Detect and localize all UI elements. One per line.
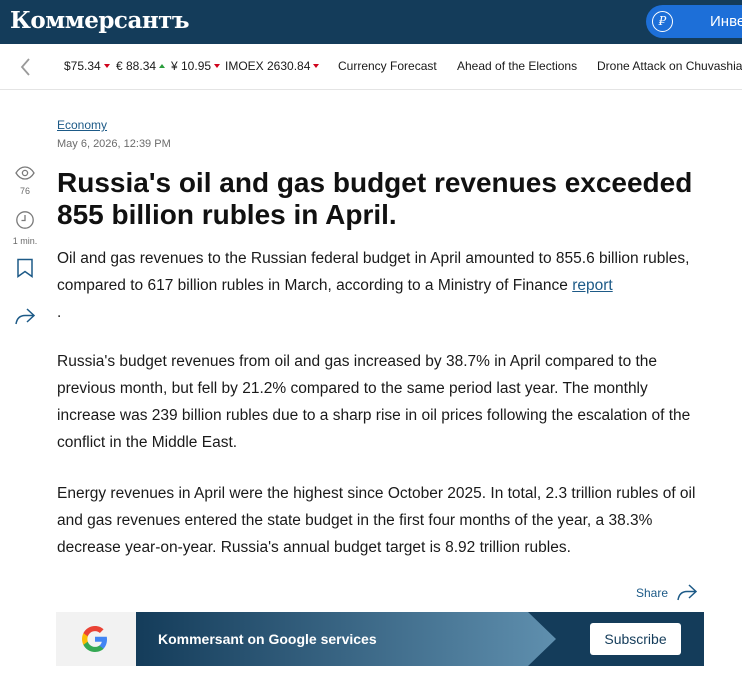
ticker-imoex[interactable]: IMOEX 2630.84 bbox=[225, 59, 320, 74]
invest-label: Инве bbox=[710, 13, 742, 30]
ticker-eur-value: € 88.34 bbox=[116, 59, 157, 73]
topic-link-drone-attack[interactable]: Drone Attack on Chuvashia bbox=[597, 59, 742, 74]
chevron-left-icon[interactable] bbox=[16, 56, 36, 78]
trend-down-icon bbox=[313, 64, 320, 68]
trend-down-icon bbox=[103, 64, 110, 68]
eye-icon bbox=[15, 166, 35, 180]
google-g-icon bbox=[82, 626, 107, 652]
share-button[interactable]: Share bbox=[636, 582, 706, 604]
share-side-button[interactable] bbox=[0, 306, 50, 331]
clock-icon bbox=[16, 211, 34, 229]
bookmark-icon bbox=[17, 258, 33, 278]
article-paragraph-2: Russia's budget revenues from oil and ga… bbox=[57, 353, 691, 451]
paragraph-1-end: . bbox=[57, 304, 62, 321]
read-time: 1 min. bbox=[0, 210, 50, 247]
publish-date: May 6, 2026, 12:39 PM bbox=[57, 138, 171, 150]
share-icon bbox=[15, 308, 36, 325]
ticker-usd[interactable]: $75.34 bbox=[64, 59, 110, 74]
ticker-usd-value: $75.34 bbox=[64, 59, 101, 73]
google-services-banner: Kommersant on Google services Subscribe bbox=[56, 612, 704, 666]
trend-up-icon bbox=[159, 64, 166, 68]
share-icon bbox=[677, 584, 698, 601]
subscribe-button[interactable]: Subscribe bbox=[590, 623, 681, 655]
article-paragraph-1: Oil and gas revenues to the Russian fede… bbox=[57, 245, 707, 326]
ticker-cny-value: ¥ 10.95 bbox=[171, 59, 212, 73]
ticker-imoex-value: IMOEX 2630.84 bbox=[225, 59, 311, 73]
google-logo-box bbox=[56, 612, 136, 666]
topic-link-currency-forecast[interactable]: Currency Forecast bbox=[338, 59, 437, 74]
trend-down-icon bbox=[214, 64, 221, 68]
report-link[interactable]: report bbox=[572, 277, 613, 294]
views-count: 76 bbox=[19, 186, 30, 196]
article-title: Russia's oil and gas budget revenues exc… bbox=[57, 167, 693, 230]
article-paragraph-3: Energy revenues in April were the highes… bbox=[57, 485, 696, 556]
bookmark-button[interactable] bbox=[0, 258, 50, 283]
read-time-label: 1 min. bbox=[12, 236, 38, 246]
category-link[interactable]: Economy bbox=[57, 118, 107, 132]
ticker-cny[interactable]: ¥ 10.95 bbox=[171, 59, 221, 74]
views-counter: 76 bbox=[0, 166, 50, 197]
share-label: Share bbox=[636, 586, 669, 600]
site-header: Коммерсантъ ₽ Инве bbox=[0, 0, 742, 44]
topic-link-elections[interactable]: Ahead of the Elections bbox=[457, 59, 577, 74]
ticker-bar: $75.34 € 88.34 ¥ 10.95 IMOEX 2630.84 Cur… bbox=[0, 44, 742, 90]
site-logo[interactable]: Коммерсантъ bbox=[10, 7, 190, 35]
invest-button[interactable]: ₽ Инве bbox=[646, 5, 742, 38]
banner-text: Kommersant on Google services bbox=[158, 631, 377, 647]
invest-icon: ₽ bbox=[652, 11, 673, 32]
ticker-eur[interactable]: € 88.34 bbox=[116, 59, 166, 74]
